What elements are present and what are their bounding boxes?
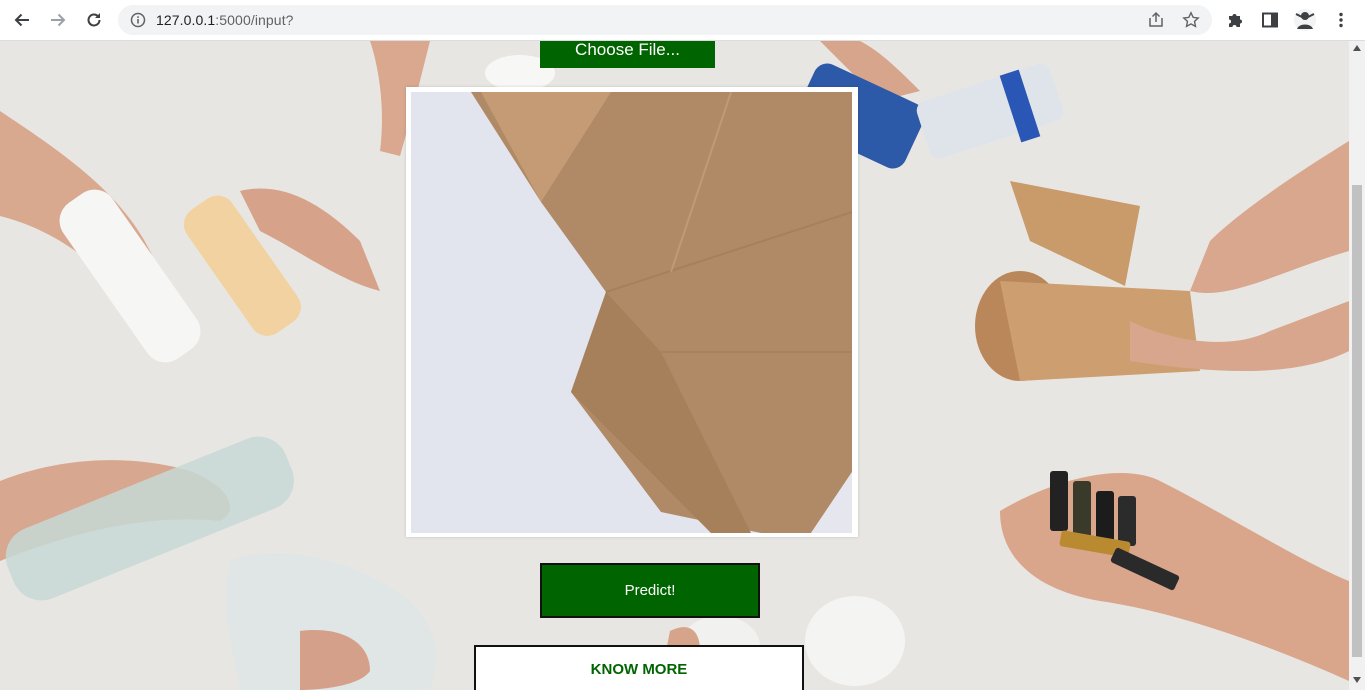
url-host: 127.0.0.1 — [156, 12, 216, 28]
side-panel-button[interactable] — [1256, 6, 1284, 34]
page-scrollbar[interactable] — [1349, 41, 1365, 690]
url-text: 127.0.0.1:5000/input? — [156, 12, 294, 28]
forward-arrow-icon — [51, 13, 66, 27]
side-panel-icon — [1262, 12, 1278, 28]
site-info-icon[interactable] — [130, 12, 146, 28]
bookmark-star-icon[interactable] — [1182, 11, 1200, 29]
reload-button[interactable] — [80, 6, 108, 34]
image-preview-frame — [406, 87, 858, 537]
forward-button[interactable] — [44, 6, 72, 34]
more-menu-icon — [1339, 12, 1343, 28]
back-button[interactable] — [8, 6, 36, 34]
url-path: :5000/input? — [215, 12, 294, 28]
uploaded-cardboard-image — [411, 92, 852, 533]
extensions-button[interactable] — [1221, 6, 1249, 34]
extensions-puzzle-icon — [1229, 14, 1242, 27]
more-menu-button[interactable] — [1327, 6, 1355, 34]
back-arrow-icon — [14, 13, 29, 27]
profile-avatar-icon — [1294, 9, 1316, 31]
reload-icon — [87, 13, 101, 27]
page-viewport: Choose File... Predict! KNOW MORE — [0, 41, 1349, 690]
profile-button[interactable] — [1291, 6, 1319, 34]
scroll-up-arrow-icon[interactable] — [1353, 45, 1361, 51]
browser-toolbar: 127.0.0.1:5000/input? — [0, 0, 1365, 41]
choose-file-button[interactable]: Choose File... — [540, 41, 715, 68]
predict-button[interactable]: Predict! — [540, 563, 760, 618]
know-more-button[interactable]: KNOW MORE — [474, 645, 804, 690]
address-bar[interactable]: 127.0.0.1:5000/input? — [118, 5, 1212, 35]
share-icon[interactable] — [1147, 11, 1165, 29]
scrollbar-thumb[interactable] — [1352, 185, 1362, 657]
scroll-down-arrow-icon[interactable] — [1353, 677, 1361, 683]
